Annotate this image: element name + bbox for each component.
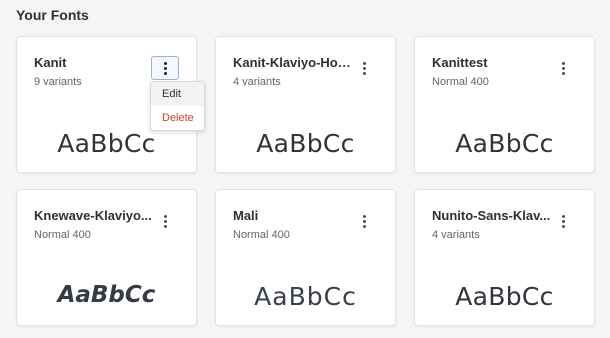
- font-variants: Normal 400: [34, 229, 91, 241]
- font-sample: AaBbCc: [254, 282, 357, 311]
- kebab-icon: [561, 214, 565, 218]
- delete-menu-item[interactable]: Delete: [151, 106, 204, 130]
- font-sample: AaBbCc: [57, 282, 156, 308]
- more-options-button[interactable]: [549, 209, 577, 233]
- font-sample: AaBbCc: [455, 282, 554, 311]
- more-options-button[interactable]: [549, 56, 577, 80]
- font-sample: AaBbCc: [455, 129, 554, 158]
- font-variants: Normal 400: [233, 229, 290, 241]
- font-name: Kanittest: [432, 55, 488, 70]
- font-card-kanittest[interactable]: Kanittest Normal 400 AaBbCc: [414, 36, 595, 173]
- font-card-nunito-sans[interactable]: Nunito-Sans-Klav... 4 variants AaBbCc: [414, 189, 595, 326]
- font-name: Kanit: [34, 55, 67, 70]
- more-options-button[interactable]: [350, 56, 378, 80]
- font-card-kanit-klaviyo[interactable]: Kanit-Klaviyo-Hos... 4 variants AaBbCc: [215, 36, 396, 173]
- font-sample: AaBbCc: [57, 129, 156, 158]
- kebab-icon: [163, 214, 167, 218]
- font-variants: 4 variants: [233, 76, 281, 88]
- kebab-icon: [163, 61, 167, 65]
- kebab-icon: [362, 214, 366, 218]
- font-card-mali[interactable]: Mali Normal 400 AaBbCc: [215, 189, 396, 326]
- section-title: Your Fonts: [16, 7, 89, 23]
- font-sample: AaBbCc: [256, 129, 355, 158]
- more-options-button[interactable]: [151, 56, 179, 80]
- font-name: Mali: [233, 208, 259, 223]
- edit-menu-item[interactable]: Edit: [151, 82, 204, 106]
- kebab-icon: [561, 61, 565, 65]
- kebab-icon: [362, 61, 366, 65]
- font-name: Nunito-Sans-Klav...: [432, 208, 551, 223]
- font-variants: Normal 400: [432, 76, 489, 88]
- font-variants: 9 variants: [34, 76, 82, 88]
- options-menu: Edit Delete: [150, 81, 205, 131]
- font-name: Kanit-Klaviyo-Hos...: [233, 55, 355, 70]
- font-card-knewave[interactable]: Knewave-Klaviyo... Normal 400 AaBbCc: [16, 189, 197, 326]
- font-variants: 4 variants: [432, 229, 480, 241]
- more-options-button[interactable]: [151, 209, 179, 233]
- more-options-button[interactable]: [350, 209, 378, 233]
- font-name: Knewave-Klaviyo...: [34, 208, 152, 223]
